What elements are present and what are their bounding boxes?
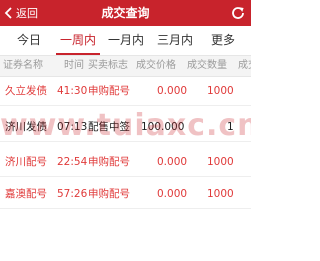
trade-list: 久立发债 41:30 申购配号 0.000 1000 济川发债 07:13 配售… [0,77,251,261]
tab-more[interactable]: 更多 [205,26,241,55]
cell-qty: 1000 [207,156,234,168]
cell-price: 0.000 [157,85,188,97]
tab-month[interactable]: 一月内 [104,26,148,55]
header-bar: 返回 成交查询 [0,0,251,26]
cell-price: 0.000 [157,156,188,168]
col-deal-amount: 成交金 [238,60,251,71]
tab-three-months[interactable]: 三月内 [153,26,197,55]
chevron-left-icon [4,7,12,19]
cell-name: 久立发债 [5,85,47,97]
cell-price: 100.000 [141,121,185,133]
col-security-name: 证券名称 [3,60,43,71]
col-deal-qty: 成交数量 [187,60,227,71]
period-tabs: 今日 一周内 一月内 三月内 更多 [0,26,251,55]
col-deal-price: 成交价格 [136,60,176,71]
tab-today-label: 今日 [16,33,41,47]
cell-name: 嘉澳配号 [5,188,47,200]
col-time-label: 时间 [64,60,84,71]
cell-flag: 申购配号 [88,85,130,97]
back-button[interactable]: 返回 [2,0,38,26]
cell-qty: 1000 [207,85,234,97]
cell-name: 济川发债 [5,121,47,133]
cell-time: 22:54 [57,156,88,168]
cell-time: 07:13 [57,121,88,133]
tab-more-label: 更多 [210,33,235,47]
table-row[interactable]: 嘉澳配号 57:26 申购配号 0.000 1000 [0,180,251,209]
tab-week[interactable]: 一周内 [56,26,100,55]
cell-name: 济川配号 [5,156,47,168]
cell-flag: 配售中签 [88,121,130,133]
table-row[interactable]: 久立发债 41:30 申购配号 0.000 1000 [0,77,251,106]
cell-time: 41:30 [57,85,88,97]
tab-today[interactable]: 今日 [10,26,48,55]
tab-month-label: 一月内 [107,33,144,47]
col-time: 时间 [46,56,84,76]
col-buy-sell-flag: 买卖标志 [88,60,128,71]
cell-qty: 1 [227,121,234,133]
tab-week-label: 一周内 [59,33,96,47]
cell-flag: 申购配号 [88,156,130,168]
tab-three-months-label: 三月内 [156,33,193,47]
table-row[interactable]: 济川配号 22:54 申购配号 0.000 1000 [0,148,251,177]
app-screen: 返回 成交查询 今日 一周内 一月内 三月内 更多 证券名称 时间 买卖标志 成… [0,0,251,261]
cell-price: 0.000 [157,188,188,200]
table-row[interactable]: 济川发债 07:13 配售中签 100.000 1 [0,113,251,142]
refresh-icon[interactable] [230,5,246,21]
table-header: 证券名称 时间 买卖标志 成交价格 成交数量 成交金 [0,55,251,77]
back-label: 返回 [16,7,38,20]
cell-time: 57:26 [57,188,88,200]
cell-flag: 申购配号 [88,188,130,200]
cell-qty: 1000 [207,188,234,200]
